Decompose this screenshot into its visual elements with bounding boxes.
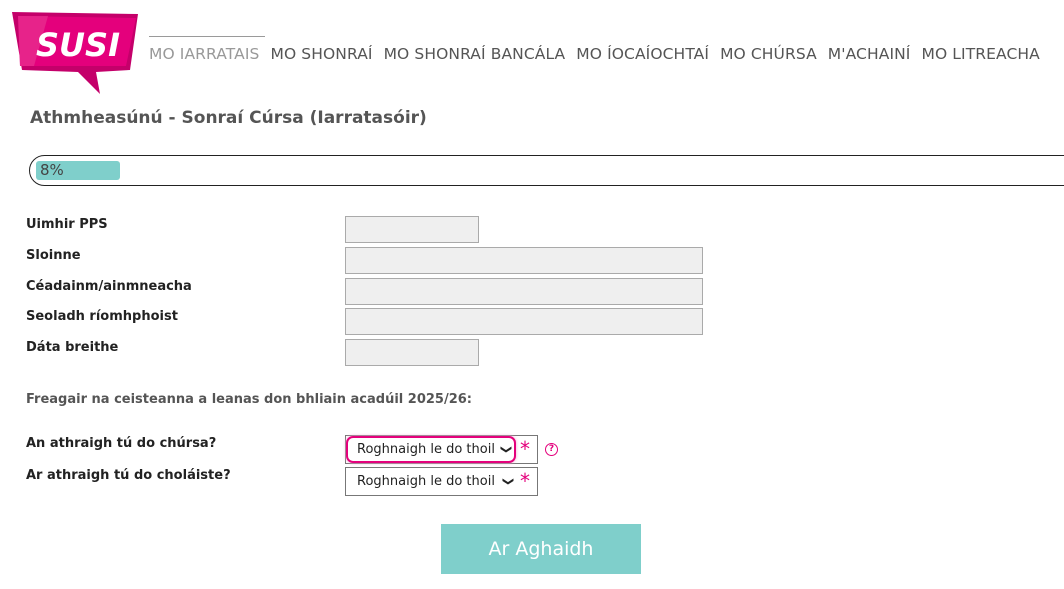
nav-item-my-appeals[interactable]: M'ACHAINÍ [828, 45, 911, 63]
college-change-selected-text: Roghnaigh le do thoil [357, 474, 495, 489]
dob-label: Dáta breithe [26, 340, 119, 355]
nav-item-my-applications[interactable]: MO IARRATAIS [149, 45, 259, 63]
susi-logo[interactable]: SUSI [8, 10, 142, 96]
chevron-down-icon: ❯ [499, 444, 513, 455]
first-name-label: Céadainm/ainmneacha [26, 279, 192, 294]
required-asterisk: * [520, 469, 530, 493]
first-name-field[interactable] [345, 278, 703, 305]
dob-field[interactable] [345, 339, 479, 366]
college-change-label: Ar athraigh tú do choláiste? [26, 468, 231, 483]
nav-item-my-course[interactable]: MO CHÚRSA [720, 45, 817, 63]
next-button[interactable]: Ar Aghaidh [441, 524, 641, 574]
course-change-selected-text: Roghnaigh le do thoil [357, 442, 495, 457]
email-label: Seoladh ríomhphoist [26, 309, 178, 324]
college-change-select[interactable]: Roghnaigh le do thoil ❯ * [345, 467, 538, 496]
nav-item-my-payments[interactable]: MO ÍOCAÍOCHTAÍ [576, 45, 709, 63]
nav-item-bank-details[interactable]: MO SHONRAÍ BANCÁLA [384, 45, 566, 63]
chevron-down-icon: ❯ [501, 476, 515, 487]
course-change-label: An athraigh tú do chúrsa? [26, 436, 217, 451]
email-field[interactable] [345, 308, 703, 335]
page-title: Athmheasúnú - Sonraí Cúrsa (Iarratasóir) [30, 108, 427, 128]
susi-logo-mark: SUSI [12, 12, 138, 94]
questions-instructions: Freagair na ceisteanna a leanas don bhli… [26, 392, 473, 407]
nav-item-my-letters[interactable]: MO LITREACHA [921, 45, 1039, 63]
required-asterisk: * [520, 437, 530, 461]
surname-field[interactable] [345, 247, 703, 274]
course-change-select-value[interactable]: Roghnaigh le do thoil ❯ [346, 436, 516, 463]
logo-text: SUSI [36, 26, 120, 64]
progress-bar: 8% [29, 155, 1064, 186]
main-nav: MO IARRATAIS MO SHONRAÍ MO SHONRAÍ BANCÁLA… [149, 36, 1064, 76]
course-change-select[interactable]: Roghnaigh le do thoil ❯ * [345, 435, 538, 464]
college-change-select-value[interactable]: Roghnaigh le do thoil ❯ [346, 468, 516, 495]
surname-label: Sloinne [26, 248, 81, 263]
nav-item-my-details[interactable]: MO SHONRAÍ [270, 45, 372, 63]
progress-label: 8% [40, 161, 64, 179]
active-tab-indicator [149, 36, 265, 37]
help-icon[interactable]: ? [545, 443, 558, 456]
pps-label: Uimhir PPS [26, 217, 108, 232]
pps-field[interactable] [345, 216, 479, 243]
